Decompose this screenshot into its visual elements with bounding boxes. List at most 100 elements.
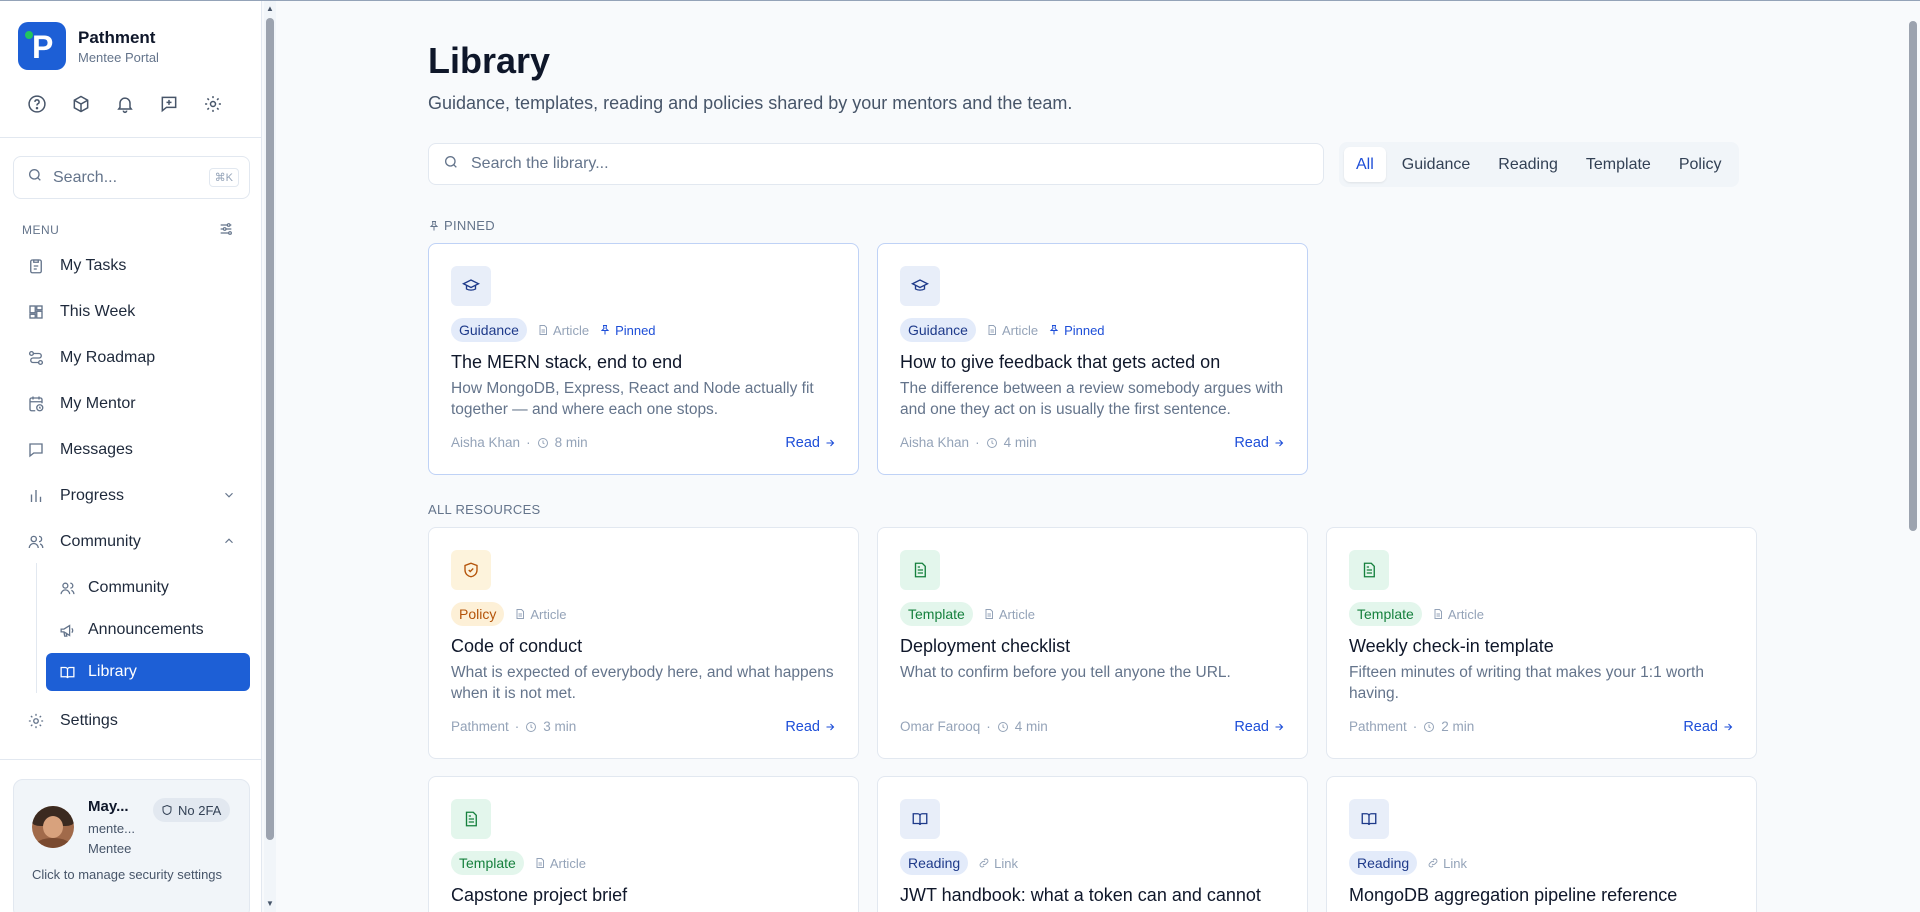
window-top-border	[0, 0, 1920, 1]
security-hint: Click to manage security settings	[32, 867, 223, 882]
pinned-marker: Pinned	[1048, 323, 1105, 338]
filter-policy[interactable]: Policy	[1667, 147, 1734, 182]
main-scrollbar-thumb[interactable]	[1909, 21, 1917, 531]
sidebar-item-my-tasks[interactable]: My Tasks	[14, 246, 250, 286]
all-resources-section-label: ALL RESOURCES	[428, 502, 541, 517]
resource-card[interactable]: Guidance Article Pinned How to give feed…	[877, 243, 1308, 475]
sidebar-item-messages[interactable]: Messages	[14, 430, 250, 470]
card-meta: Pathment · 3 min	[451, 719, 577, 734]
document-icon	[1434, 609, 1442, 619]
read-link[interactable]: Read	[785, 719, 836, 735]
category-badge: Reading	[900, 851, 969, 875]
bell-icon[interactable]	[114, 93, 136, 115]
card-description: What is expected of everybody here, and …	[451, 664, 834, 702]
filter-guidance[interactable]: Guidance	[1390, 147, 1483, 182]
card-duration: 2 min	[1441, 719, 1475, 734]
chevron-up-icon	[222, 534, 236, 553]
bar-chart-icon	[26, 486, 46, 506]
sidebar-item-my-roadmap[interactable]: My Roadmap	[14, 338, 250, 378]
menu-label: MENU	[22, 223, 60, 237]
document-icon	[900, 550, 940, 590]
sidebar-item-my-mentor[interactable]: My Mentor	[14, 384, 250, 424]
card-author: Omar Farooq	[900, 719, 981, 734]
library-search-input[interactable]	[471, 155, 1291, 173]
document-icon	[539, 325, 547, 335]
resource-card[interactable]: Template Article Weekly check-in templat…	[1326, 527, 1757, 759]
resource-card[interactable]: Reading Link JWT handbook: what a token …	[877, 776, 1308, 912]
pinned-marker: Pinned	[599, 323, 656, 338]
card-meta: Aisha Khan · 8 min	[451, 435, 588, 450]
sidebar-subitem-library[interactable]: Library	[46, 653, 250, 691]
cube-icon[interactable]	[70, 93, 92, 115]
card-author: Pathment	[451, 719, 509, 734]
divider	[0, 759, 262, 760]
filter-template[interactable]: Template	[1574, 147, 1663, 182]
resource-card[interactable]: Policy Article Code of conduct What is e…	[428, 527, 859, 759]
sidebar-item-progress[interactable]: Progress	[14, 476, 250, 516]
document-icon	[985, 609, 993, 619]
read-link[interactable]: Read	[1234, 435, 1285, 451]
card-author: Aisha Khan	[900, 435, 970, 450]
filter-all[interactable]: All	[1344, 147, 1386, 182]
document-icon	[1349, 550, 1389, 590]
sidebar-scrollbar-thumb[interactable]	[266, 18, 274, 840]
pin-icon	[429, 220, 439, 230]
filter-reading[interactable]: Reading	[1486, 147, 1570, 182]
card-meta: Pathment · 2 min	[1349, 719, 1475, 734]
arrow-right-icon	[1275, 439, 1284, 447]
read-link[interactable]: Read	[785, 435, 836, 451]
resource-card[interactable]: Reading Link MongoDB aggregation pipelin…	[1326, 776, 1757, 912]
main-scrollbar[interactable]	[1906, 1, 1920, 912]
sliders-icon[interactable]	[218, 221, 234, 242]
document-icon	[988, 325, 996, 335]
user-role: Mentee	[88, 841, 132, 856]
new-message-icon[interactable]	[158, 93, 180, 115]
library-search[interactable]	[428, 143, 1324, 185]
category-badge: Template	[451, 851, 524, 875]
sidebar-search-input[interactable]	[53, 168, 193, 187]
sidebar-item-this-week[interactable]: This Week	[14, 292, 250, 332]
shield-icon	[162, 804, 172, 816]
book-open-icon	[900, 799, 940, 839]
resource-card[interactable]: Template Article Deployment checklist Wh…	[877, 527, 1308, 759]
users-icon	[58, 579, 76, 597]
arrow-right-icon	[826, 723, 835, 731]
card-title: Code of conduct	[451, 636, 583, 656]
help-icon[interactable]	[26, 93, 48, 115]
clock-icon	[537, 437, 548, 448]
resource-card[interactable]: Template Article Capstone project brief	[428, 776, 859, 912]
clock-icon	[986, 437, 997, 448]
resource-kind: Article	[986, 323, 1038, 338]
sidebar-subitem-community[interactable]: Community	[46, 569, 250, 607]
clock-icon	[1424, 721, 1435, 732]
arrow-right-icon	[1275, 723, 1284, 731]
card-title: How to give feedback that gets acted on	[900, 352, 1221, 372]
category-filter: All Guidance Reading Template Policy	[1339, 142, 1739, 187]
document-icon	[536, 858, 544, 868]
sidebar-search[interactable]: ⌘K	[13, 156, 250, 199]
read-link[interactable]: Read	[1234, 719, 1285, 735]
card-meta: Omar Farooq · 4 min	[900, 719, 1048, 734]
arrow-right-icon	[1724, 723, 1733, 731]
calendar-clock-icon	[26, 394, 46, 414]
category-badge: Template	[1349, 602, 1422, 626]
sidebar-subitem-announcements[interactable]: Announcements	[46, 611, 250, 649]
card-description: What to confirm before you tell anyone t…	[900, 664, 1231, 681]
sidebar-item-community[interactable]: Community	[14, 522, 250, 562]
brand[interactable]: P Pathment Mentee Portal	[18, 22, 159, 70]
category-badge: Template	[900, 602, 973, 626]
search-shortcut: ⌘K	[208, 168, 239, 187]
megaphone-icon	[58, 621, 76, 639]
clock-icon	[997, 721, 1008, 732]
category-badge: Policy	[451, 602, 505, 626]
user-email: mente...	[88, 821, 135, 836]
sidebar-scrollbar[interactable]: ▲ ▼	[264, 1, 276, 912]
user-security-card[interactable]: May... No 2FA mente... Mentee Click to m…	[13, 779, 250, 912]
route-icon	[26, 348, 46, 368]
resource-card[interactable]: Guidance Article Pinned The MERN stack, …	[428, 243, 859, 475]
resource-kind: Article	[1432, 607, 1484, 622]
read-link[interactable]: Read	[1683, 719, 1734, 735]
category-badge: Guidance	[451, 318, 527, 342]
gear-icon[interactable]	[202, 93, 224, 115]
sidebar-item-settings[interactable]: Settings	[14, 701, 250, 741]
